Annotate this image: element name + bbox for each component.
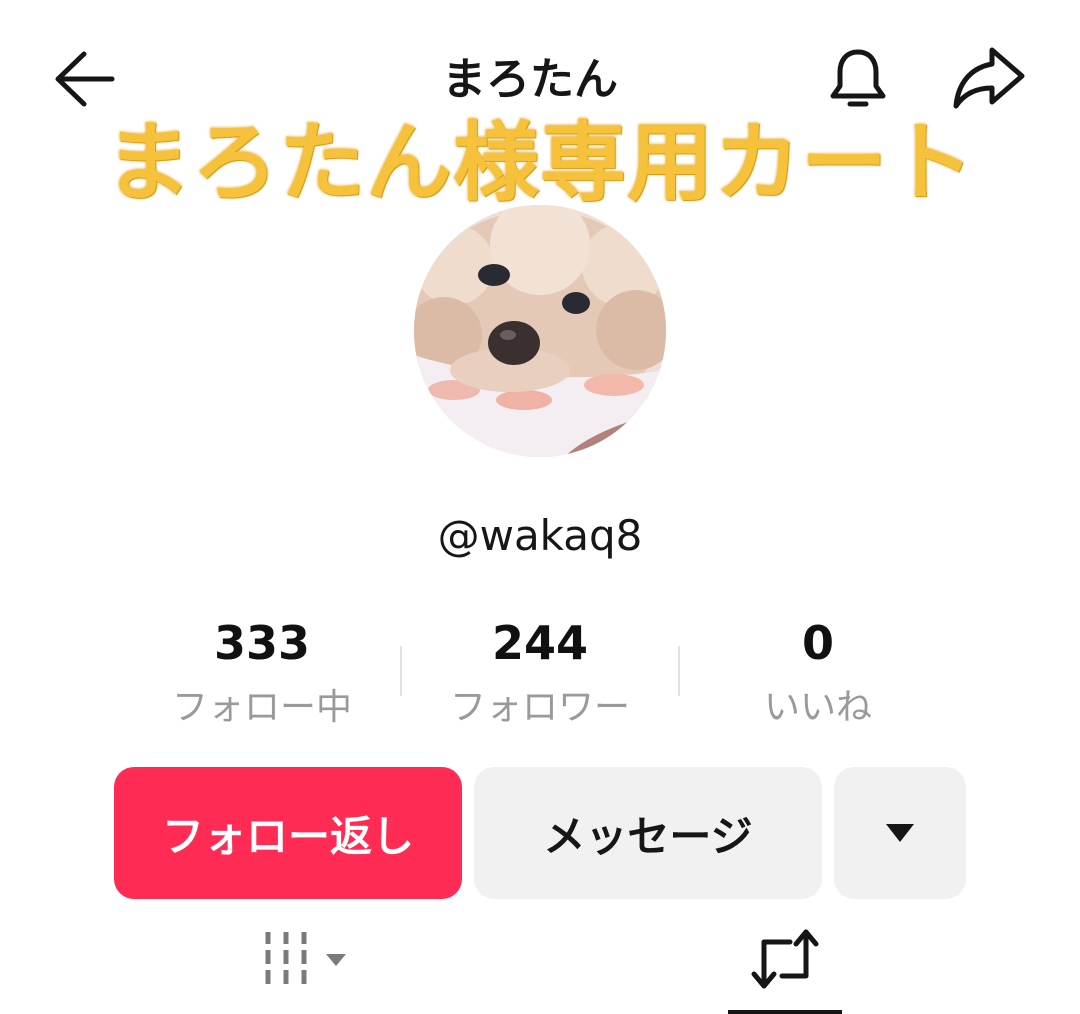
followers-label: フォロワー [449,687,630,728]
repost-icon [751,929,819,989]
back-button[interactable] [50,44,120,114]
page-title: まろたん [442,54,618,105]
stat-divider [678,646,680,696]
share-arrow-icon [953,47,1025,109]
more-options-button[interactable] [834,767,966,899]
following-label: フォロー中 [171,687,352,728]
bell-icon [830,49,886,107]
active-tab-indicator [728,1010,842,1014]
stat-followers[interactable]: 244 フォロワー [410,615,670,735]
caret-down-icon [886,824,914,842]
followers-count: 244 [491,616,589,670]
stat-likes[interactable]: 0 いいね [688,615,948,735]
tab-videos[interactable] [258,928,358,992]
grid-lines-icon [265,932,346,984]
message-button[interactable]: メッセージ [474,767,822,899]
following-count: 333 [213,616,311,670]
caret-down-icon [326,954,346,966]
stat-following[interactable]: 333 フォロー中 [132,615,392,735]
likes-label: いいね [763,687,872,728]
dog-avatar-image [414,205,666,457]
follow-back-button[interactable]: フォロー返し [114,767,462,899]
username-handle: @wakaq8 [437,511,643,560]
stat-divider [400,646,402,696]
arrow-left-icon [55,51,115,107]
likes-count: 0 [801,616,834,670]
share-button[interactable] [950,42,1028,114]
banner-text: まろたん様専用カート [105,113,975,213]
notification-button[interactable] [822,42,894,114]
tab-reposts[interactable] [748,926,824,992]
avatar[interactable] [414,205,666,457]
